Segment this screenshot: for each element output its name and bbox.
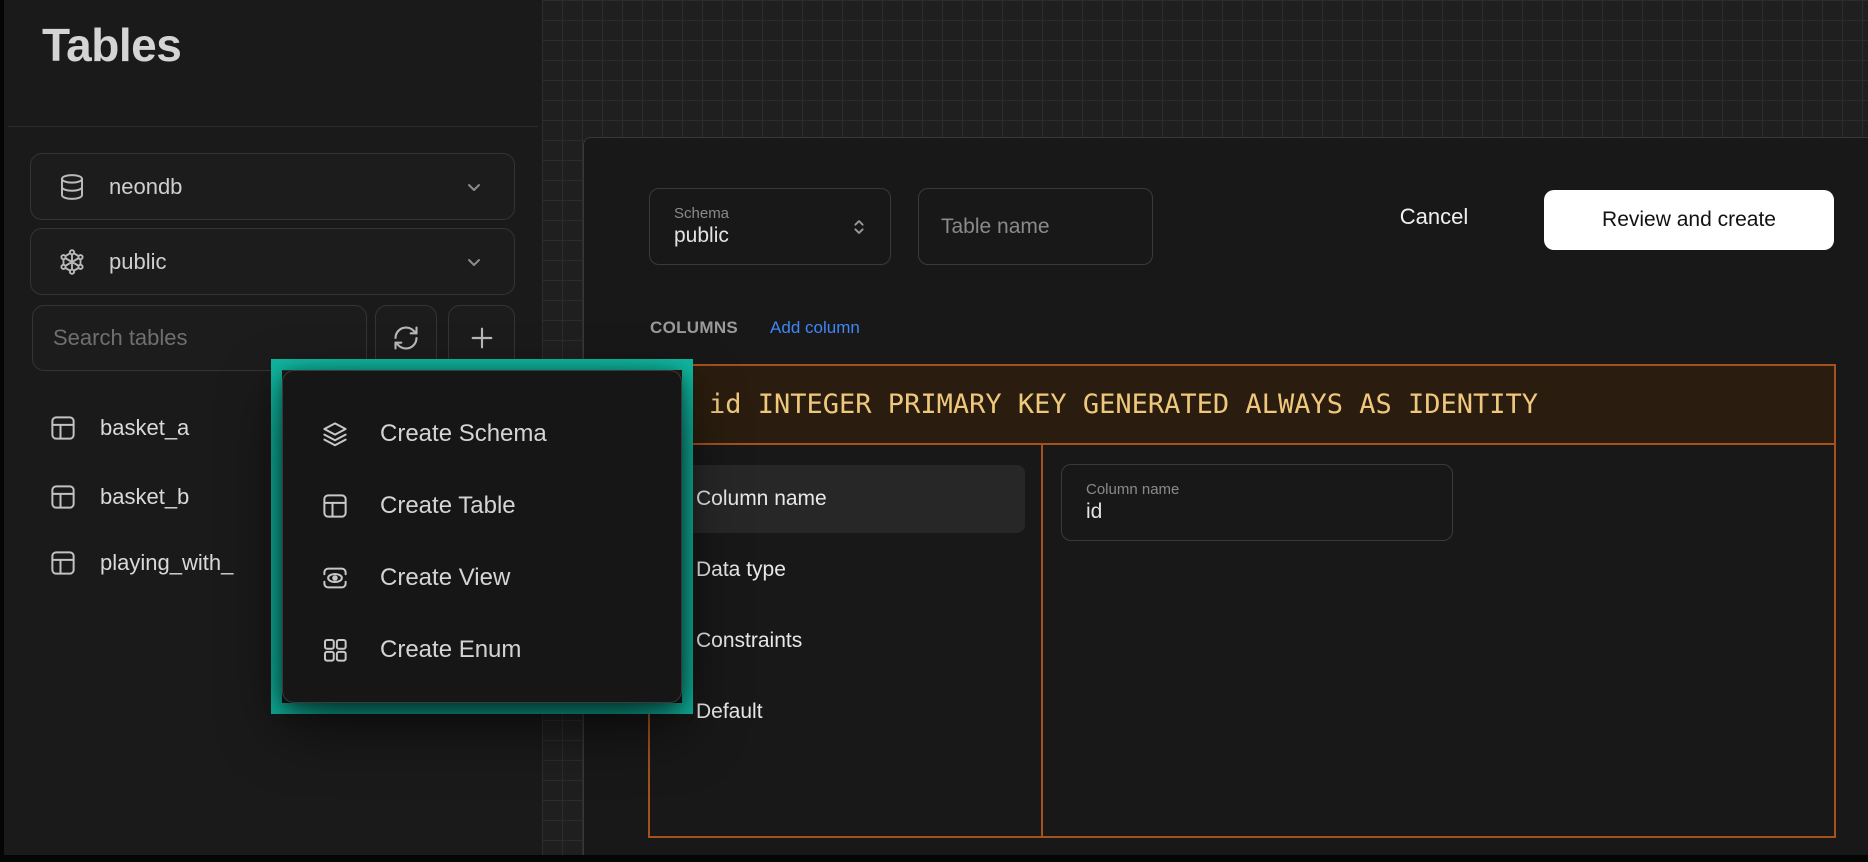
review-and-create-button[interactable]: Review and create — [1544, 190, 1834, 250]
table-name-input[interactable] — [918, 188, 1153, 265]
menu-item-label: Create View — [380, 564, 510, 592]
table-name-label: basket_b — [100, 484, 189, 510]
highlight-box: Create Schema Create Table — [271, 359, 693, 714]
database-select[interactable]: neondb — [30, 153, 515, 220]
column-name-input[interactable]: Column name id — [1061, 464, 1453, 541]
view-eye-icon — [320, 563, 350, 593]
prop-label: Constraints — [696, 629, 802, 653]
create-table-panel: Schema public Cancel Review and create C… — [583, 137, 1868, 855]
schema-select-sidebar[interactable]: public — [30, 228, 515, 295]
grid-2x2-icon — [320, 635, 350, 665]
prop-row-constraints[interactable]: Constraints — [666, 607, 1025, 675]
window-left-edge — [0, 0, 4, 862]
prop-label: Default — [696, 700, 763, 724]
prop-label: Column name — [696, 487, 827, 511]
layers-icon — [320, 419, 350, 449]
cancel-button[interactable]: Cancel — [1379, 204, 1489, 230]
window-bottom-edge — [0, 855, 1868, 862]
table-icon — [48, 548, 78, 578]
sidebar-title: Tables — [42, 18, 181, 72]
table-icon — [48, 482, 78, 512]
prop-row-default[interactable]: Default — [666, 678, 1025, 746]
menu-item-label: Create Schema — [380, 420, 547, 448]
refresh-icon — [392, 324, 420, 352]
columns-header: COLUMNS Add column — [650, 318, 860, 338]
schema-select[interactable]: Schema public — [649, 188, 891, 265]
table-name-label: basket_a — [100, 415, 189, 441]
column-sql-row[interactable]: id INTEGER PRIMARY KEY GENERATED ALWAYS … — [650, 366, 1834, 445]
column-detail-pane: Column name id — [1043, 445, 1834, 836]
menu-item-label: Create Enum — [380, 636, 521, 664]
chevron-down-icon — [462, 175, 486, 199]
menu-item-label: Create Table — [380, 492, 516, 520]
column-name-input-value: id — [1086, 500, 1428, 524]
schema-select-value: public — [674, 224, 729, 248]
menu-item-create-enum[interactable]: Create Enum — [283, 614, 681, 686]
schema-icon — [57, 247, 87, 277]
create-menu: Create Schema Create Table — [282, 370, 682, 703]
plus-icon — [466, 322, 498, 354]
prop-label: Data type — [696, 558, 786, 582]
columns-title: COLUMNS — [650, 318, 738, 338]
add-column-link[interactable]: Add column — [770, 318, 860, 338]
database-select-value: neondb — [109, 174, 182, 200]
column-editor: Column name Data type Constraints Defaul… — [650, 445, 1834, 836]
sidebar-divider — [8, 126, 538, 127]
menu-item-create-schema[interactable]: Create Schema — [283, 398, 681, 470]
database-icon — [57, 172, 87, 202]
prop-row-data-type[interactable]: Data type — [666, 536, 1025, 604]
prop-row-column-name[interactable]: Column name — [666, 465, 1025, 533]
columns-section: id INTEGER PRIMARY KEY GENERATED ALWAYS … — [648, 364, 1836, 838]
chevrons-up-down-icon — [848, 216, 870, 238]
schema-select-label: Schema — [674, 205, 729, 222]
menu-item-create-view[interactable]: Create View — [283, 542, 681, 614]
app-window: Tables neondb — [0, 0, 1868, 862]
table-icon — [320, 491, 350, 521]
menu-item-create-table[interactable]: Create Table — [283, 470, 681, 542]
schema-select-sidebar-value: public — [109, 249, 166, 275]
column-name-input-label: Column name — [1086, 481, 1428, 498]
chevron-down-icon — [462, 250, 486, 274]
table-icon — [48, 413, 78, 443]
table-name-label: playing_with_ — [100, 550, 233, 576]
column-props-list: Column name Data type Constraints Defaul… — [650, 445, 1043, 836]
column-sql-text: id INTEGER PRIMARY KEY GENERATED ALWAYS … — [709, 389, 1538, 420]
